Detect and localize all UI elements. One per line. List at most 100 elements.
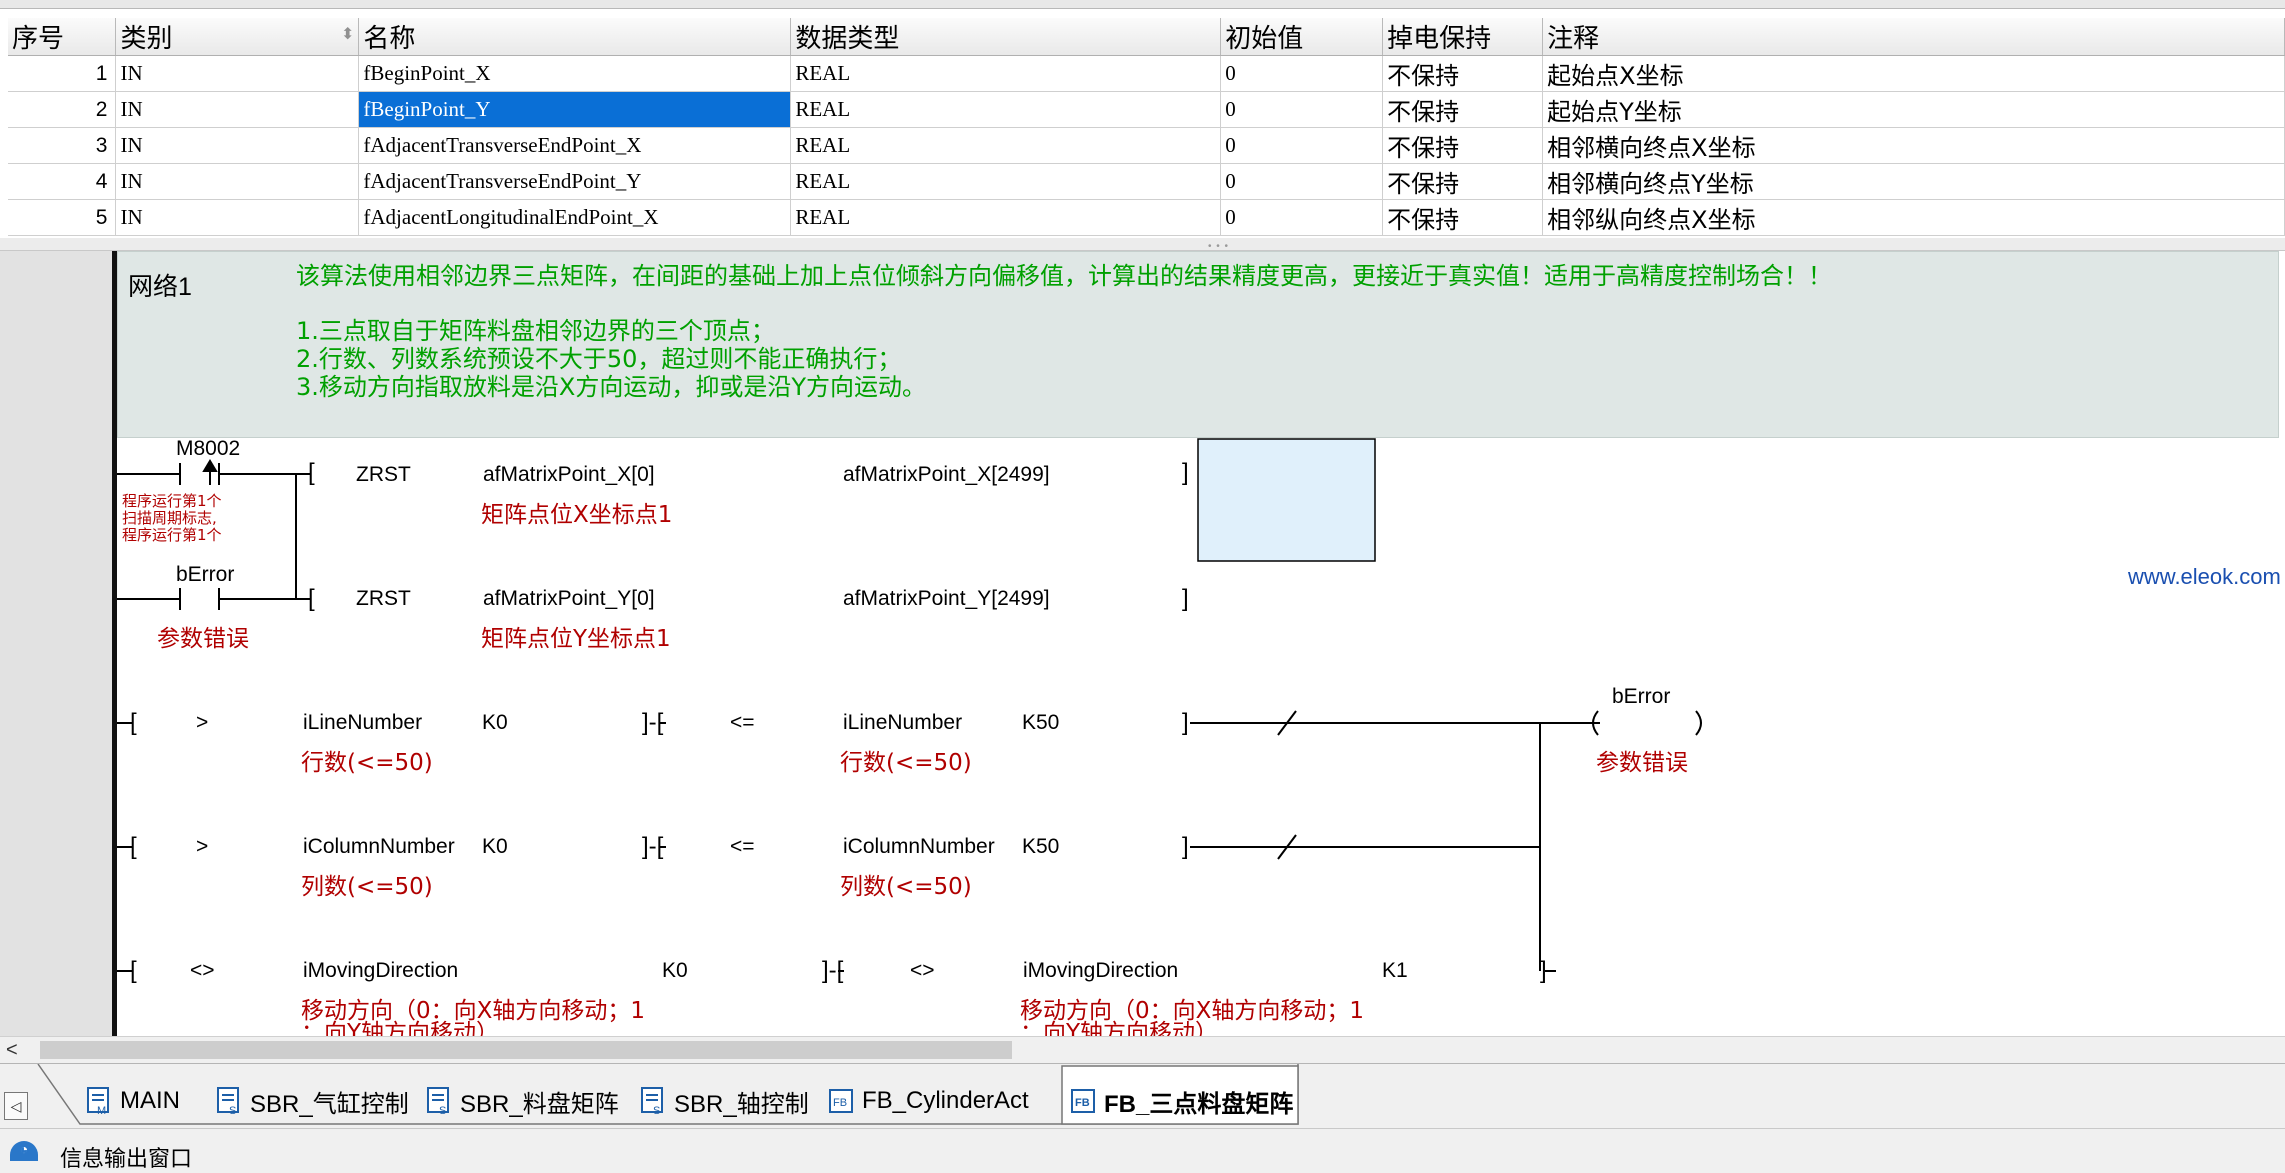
instruction-bracket-open: [ (308, 585, 315, 612)
table-header-row: 序号 类别 ⬍ 名称 数据类型 初始值 掉电保持 注释 (8, 18, 2285, 56)
table-row[interactable]: 4 IN fAdjacentTransverseEndPoint_Y REAL … (8, 163, 2285, 200)
tab-sbr-axis[interactable]: S SBR_轴控制 (640, 1078, 809, 1124)
compare-const[interactable]: K50 (1022, 711, 1059, 735)
column-header-comment[interactable]: 注释 (1542, 18, 2285, 56)
column-header-name[interactable]: 名称 (358, 18, 792, 56)
m8002-contact-label[interactable]: M8002 (176, 437, 240, 461)
compare-var[interactable]: iColumnNumber (303, 835, 455, 859)
column-header-retain[interactable]: 掉电保持 (1382, 18, 1544, 56)
row-comment[interactable]: 相邻纵向终点X坐标 (1542, 199, 2285, 236)
row-category[interactable]: IN (115, 127, 360, 164)
row-index: 5 (8, 199, 117, 236)
compare-var[interactable]: iMovingDirection (1023, 959, 1178, 983)
row-initial-value[interactable]: 0 (1220, 91, 1384, 128)
compare-op[interactable]: > (196, 711, 208, 735)
column-header-index[interactable]: 序号 (8, 18, 117, 56)
tab-scroll-left-icon[interactable]: ◁ (4, 1092, 28, 1120)
output-window-label[interactable]: 信息输出窗口 (60, 1141, 192, 1173)
coil-label[interactable]: bError (1612, 685, 1670, 709)
compare-op[interactable]: > (196, 835, 208, 859)
column-header-initial-value[interactable]: 初始值 (1220, 18, 1384, 56)
compare-op[interactable]: <> (190, 959, 215, 983)
horizontal-scrollbar[interactable]: < (0, 1036, 2285, 1063)
row-name[interactable]: fAdjacentTransverseEndPoint_X (358, 127, 792, 164)
pane-splitter[interactable]: • • • (0, 238, 2285, 252)
compare-const[interactable]: K0 (662, 959, 688, 983)
zrst-op[interactable]: ZRST (356, 587, 411, 611)
fb-file-icon: FB (829, 1089, 853, 1113)
row-datatype[interactable]: REAL (790, 91, 1222, 128)
zrst-arg2[interactable]: afMatrixPoint_X[2499] (843, 463, 1050, 487)
tab-fb-three-point-tray-matrix[interactable]: FB FB_三点料盘矩阵 (1070, 1078, 1293, 1124)
compare-var-comment: 列数(<=50) (840, 874, 972, 900)
scroll-left-icon[interactable]: < (6, 1039, 18, 1062)
compare-const[interactable]: K0 (482, 711, 508, 735)
compare-var[interactable]: iMovingDirection (303, 959, 458, 983)
compare-const[interactable]: K50 (1022, 835, 1059, 859)
table-row[interactable]: 1 IN fBeginPoint_X REAL 0 不保持 起始点X坐标 (8, 55, 2285, 92)
compare-op[interactable]: <= (730, 835, 755, 859)
row-retain[interactable]: 不保持 (1382, 91, 1544, 128)
row-category[interactable]: IN (115, 91, 360, 128)
row-comment[interactable]: 相邻横向终点Y坐标 (1542, 163, 2285, 200)
row-name[interactable]: fAdjacentTransverseEndPoint_Y (358, 163, 792, 200)
row-comment[interactable]: 起始点Y坐标 (1542, 91, 2285, 128)
table-row[interactable]: 3 IN fAdjacentTransverseEndPoint_X REAL … (8, 127, 2285, 164)
compare-const[interactable]: K1 (1382, 959, 1408, 983)
row-comment[interactable]: 相邻横向终点X坐标 (1542, 127, 2285, 164)
compare-op[interactable]: <= (730, 711, 755, 735)
compare-var[interactable]: iLineNumber (303, 711, 422, 735)
column-header-category[interactable]: 类别 ⬍ (115, 18, 360, 56)
toolbar-strip (0, 0, 2285, 9)
row-datatype[interactable]: REAL (790, 199, 1222, 236)
row-name[interactable]: fAdjacentLongitudinalEndPoint_X (358, 199, 792, 236)
tab-sbr-tray-matrix[interactable]: S SBR_料盘矩阵 (426, 1078, 619, 1124)
row-datatype[interactable]: REAL (790, 163, 1222, 200)
column-header-label: 类别 (120, 23, 173, 53)
row-retain[interactable]: 不保持 (1382, 55, 1544, 92)
row-comment[interactable]: 起始点X坐标 (1542, 55, 2285, 92)
row-name[interactable]: fBeginPoint_X (358, 55, 792, 92)
row-retain[interactable]: 不保持 (1382, 163, 1544, 200)
tab-fb-cylinder-act[interactable]: FB FB_CylinderAct (828, 1078, 1029, 1124)
zrst-arg2[interactable]: afMatrixPoint_Y[2499] (843, 587, 1050, 611)
ladder-editor[interactable]: 网络1 该算法使用相邻边界三点矩阵，在间距的基础上加上点位倾斜方向偏移值，计算出… (0, 251, 2285, 1036)
tab-sbr-cylinder[interactable]: S SBR_气缸控制 (216, 1078, 409, 1124)
zrst-arg1[interactable]: afMatrixPoint_X[0] (483, 463, 655, 487)
row-initial-value[interactable]: 0 (1220, 199, 1384, 236)
compare-op[interactable]: <> (910, 959, 935, 983)
row-name[interactable]: fBeginPoint_Y (358, 91, 792, 128)
zrst-arg1-comment: 矩阵点位Y坐标点1 (481, 626, 671, 652)
berror-contact-label[interactable]: bError (176, 563, 234, 587)
row-retain[interactable]: 不保持 (1382, 127, 1544, 164)
row-retain[interactable]: 不保持 (1382, 199, 1544, 236)
variable-table-panel: 序号 类别 ⬍ 名称 数据类型 初始值 掉电保持 注释 1 IN fBeginPo… (0, 0, 2285, 239)
row-initial-value[interactable]: 0 (1220, 127, 1384, 164)
column-header-datatype[interactable]: 数据类型 (790, 18, 1222, 56)
row-datatype[interactable]: REAL (790, 127, 1222, 164)
compare-var-comment: 行数(<=50) (301, 750, 433, 776)
compare-const[interactable]: K0 (482, 835, 508, 859)
table-row[interactable]: 5 IN fAdjacentLongitudinalEndPoint_X REA… (8, 199, 2285, 236)
tab-main[interactable]: M MAIN (86, 1078, 180, 1124)
zrst-op[interactable]: ZRST (356, 463, 411, 487)
tab-label: MAIN (120, 1087, 180, 1114)
scrollbar-thumb[interactable] (40, 1041, 1012, 1059)
compare-var[interactable]: iColumnNumber (843, 835, 995, 859)
compare-var-comment: 行数(<=50) (840, 750, 972, 776)
row-initial-value[interactable]: 0 (1220, 163, 1384, 200)
berror-contact-comment: 参数错误 (157, 626, 249, 652)
row-initial-value[interactable]: 0 (1220, 55, 1384, 92)
compare-var[interactable]: iLineNumber (843, 711, 962, 735)
output-window-bar[interactable]: ◔ 信息输出窗口 (0, 1128, 2285, 1171)
sort-icon[interactable]: ⬍ (341, 18, 354, 52)
table-row[interactable]: 2 IN fBeginPoint_Y REAL 0 不保持 起始点Y坐标 (8, 91, 2285, 128)
file-icon-letter: FB (1075, 1097, 1090, 1109)
info-output-icon: ◔ (10, 1141, 38, 1161)
row-datatype[interactable]: REAL (790, 55, 1222, 92)
compare-bracket-open: [ (130, 709, 137, 736)
row-category[interactable]: IN (115, 55, 360, 92)
zrst-arg1[interactable]: afMatrixPoint_Y[0] (483, 587, 655, 611)
row-category[interactable]: IN (115, 163, 360, 200)
row-category[interactable]: IN (115, 199, 360, 236)
